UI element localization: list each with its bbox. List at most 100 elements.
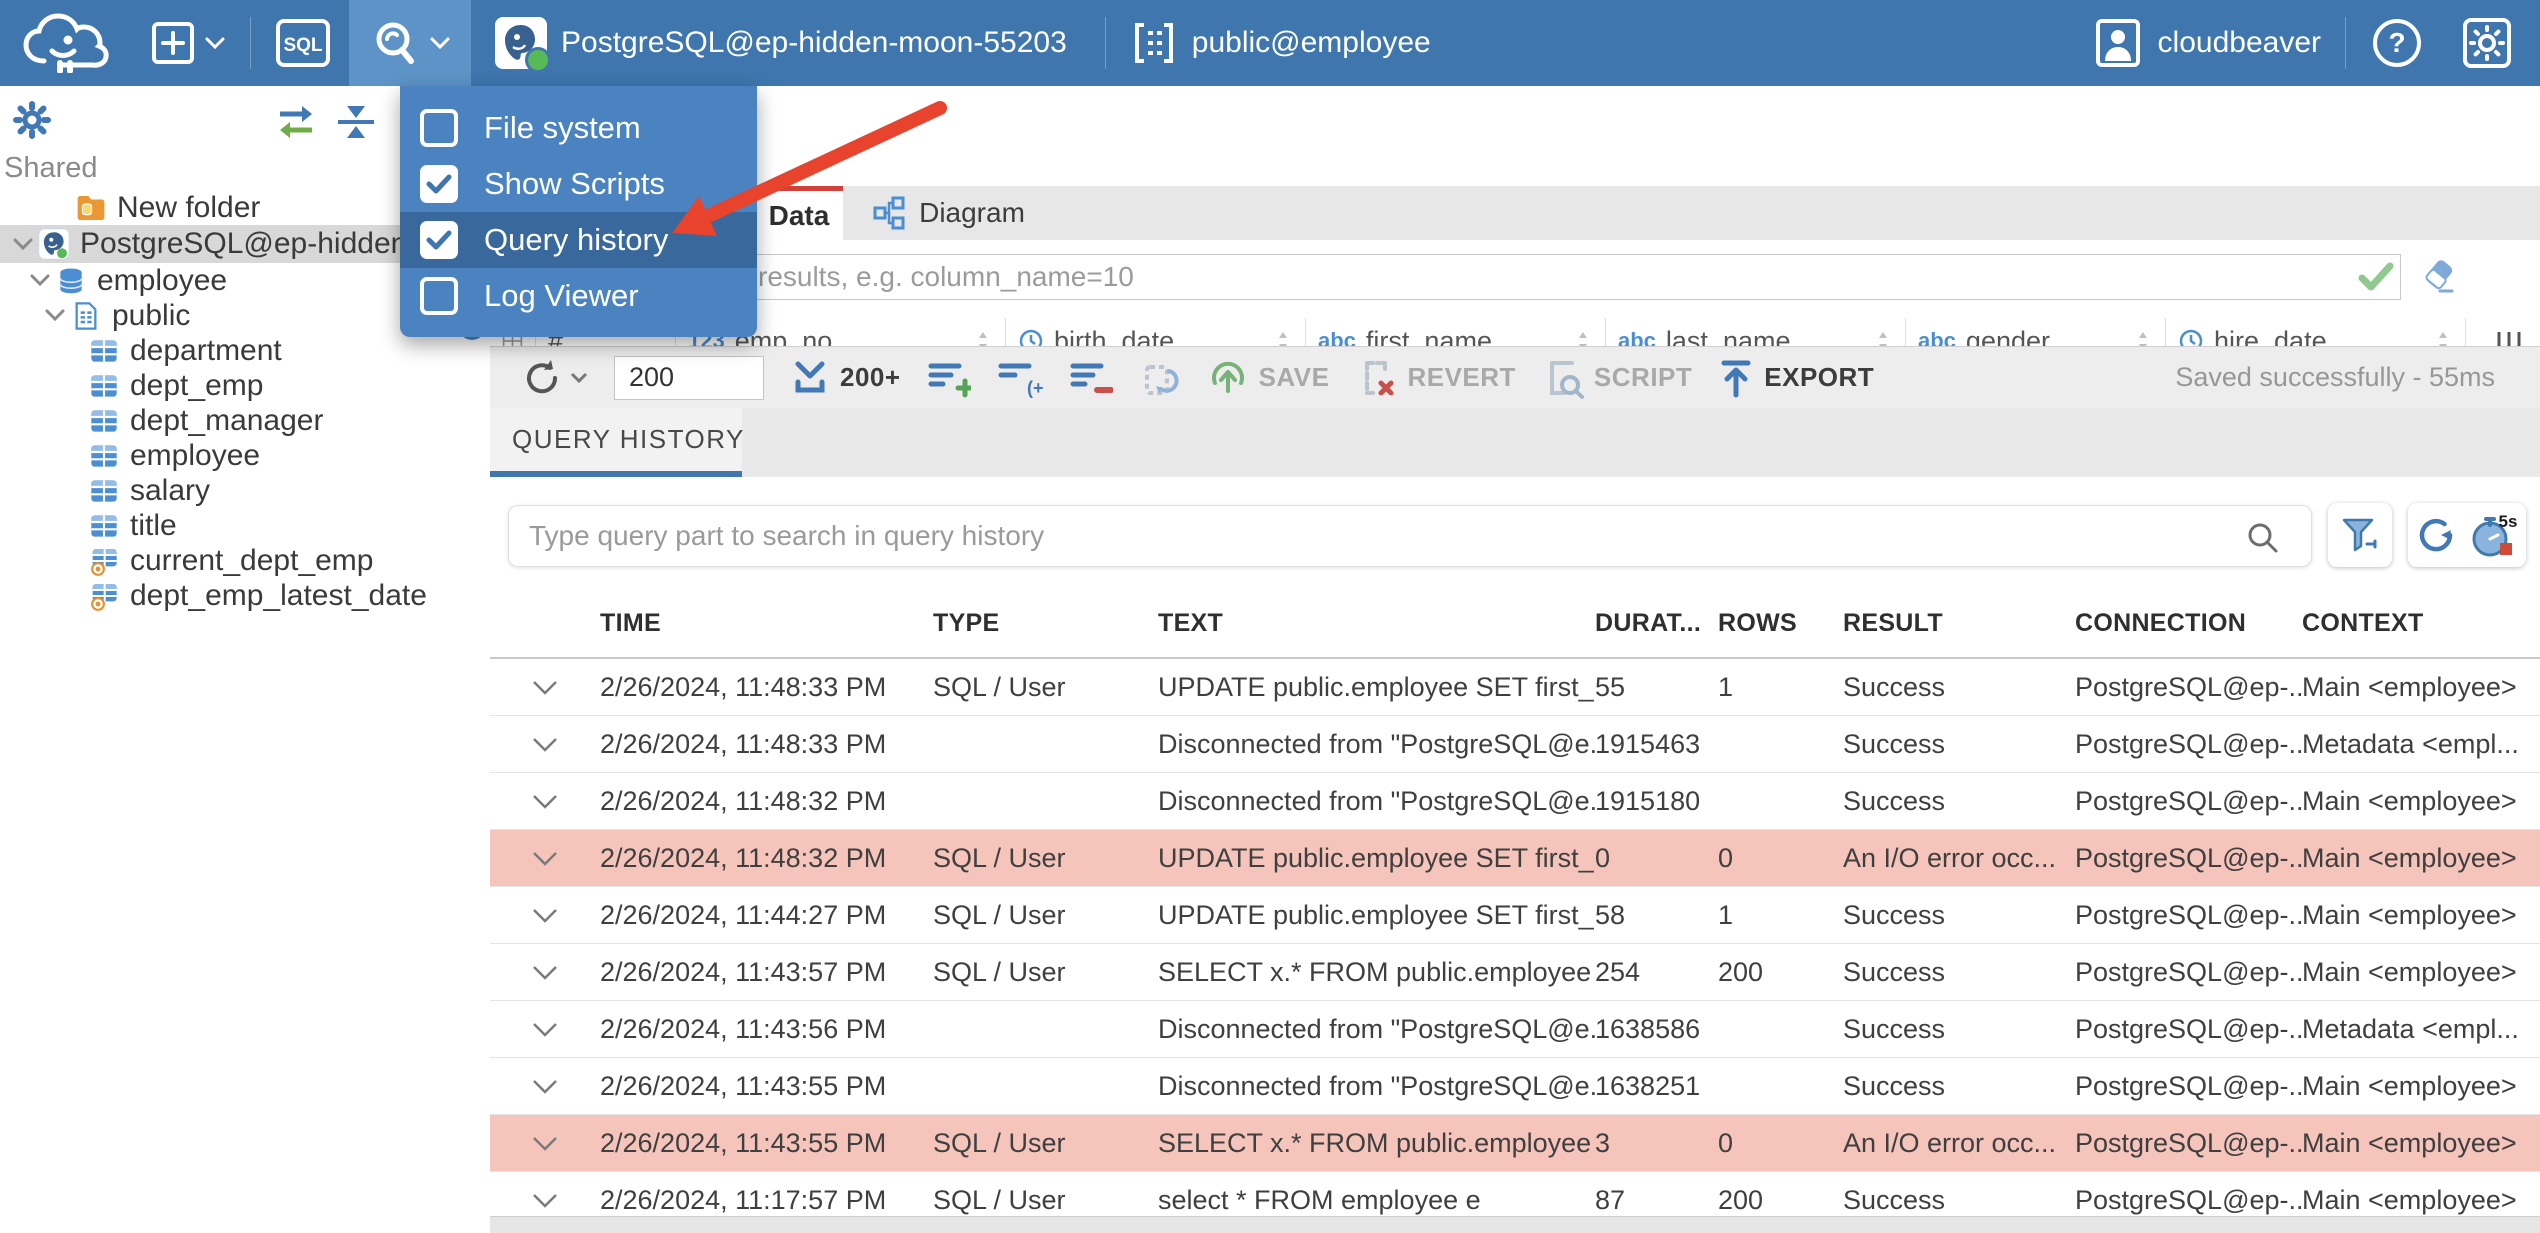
tree-expand-chevron-icon[interactable] (8, 238, 38, 251)
row-limit-input[interactable] (614, 355, 764, 400)
cell-time: 2/26/2024, 11:48:33 PM (600, 671, 887, 702)
col-header-connection[interactable]: CONNECTION (2075, 609, 2302, 638)
tree-item-title[interactable]: title (0, 508, 490, 543)
tree-item-employee[interactable]: employee (0, 438, 490, 473)
fetch-more-button[interactable]: 200+ (790, 358, 901, 398)
checkbox-unchecked-icon[interactable] (420, 277, 458, 315)
sort-icon[interactable] (1573, 328, 1593, 346)
menu-item-show-scripts[interactable]: Show Scripts (400, 156, 757, 212)
grid-col-header-first_name[interactable]: abc first_name (1306, 318, 1606, 346)
navigator-settings-gear-icon[interactable] (12, 100, 52, 140)
revert-button[interactable]: REVERT (1355, 357, 1515, 399)
add-row-button[interactable] (927, 358, 971, 398)
horizontal-scrollbar-track[interactable] (490, 1216, 2540, 1233)
query-history-row[interactable]: 2/26/2024, 11:43:56 PM Disconnected from … (490, 1001, 2540, 1058)
sort-icon[interactable] (1873, 328, 1893, 346)
tree-item-dept-emp[interactable]: dept_emp (0, 368, 490, 403)
user-menu[interactable]: cloudbeaver (2074, 0, 2339, 86)
cell-text: Disconnected from "PostgreSQL@e... (1158, 728, 1595, 759)
row-expand-chevron-icon[interactable] (490, 680, 600, 695)
query-history-search-input[interactable] (508, 505, 2312, 567)
col-header-rows[interactable]: ROWS (1718, 609, 1843, 638)
tools-menu-button[interactable] (349, 0, 471, 86)
connection-selector[interactable]: PostgreSQL@ep-hidden-moon-55203 (471, 0, 1085, 86)
filter-apply-button[interactable] (2351, 254, 2401, 300)
row-expand-chevron-icon[interactable] (490, 965, 600, 980)
save-button[interactable]: SAVE (1207, 357, 1330, 399)
menu-item-label: Show Scripts (484, 166, 665, 201)
sort-icon[interactable] (2433, 328, 2453, 346)
text-type-icon: abc (1318, 328, 1356, 346)
sort-icon[interactable] (2133, 328, 2153, 346)
row-expand-chevron-icon[interactable] (490, 1136, 600, 1151)
query-history-row[interactable]: 2/26/2024, 11:43:57 PM SQL / User SELECT x… (490, 944, 2540, 1001)
schema-selector[interactable]: public@employee (1112, 0, 1449, 86)
checkbox-checked-icon[interactable] (420, 165, 458, 203)
col-header-duration[interactable]: DURAT... (1595, 609, 1718, 638)
query-history-row[interactable]: 2/26/2024, 11:48:33 PM SQL / User UPDATE p… (490, 659, 2540, 716)
query-history-row[interactable]: 2/26/2024, 11:48:32 PM SQL / User UPDATE p… (490, 830, 2540, 887)
refresh-button[interactable] (520, 356, 588, 400)
tree-item-dept-emp-latest-date[interactable]: dept_emp_latest_date (0, 578, 490, 613)
col-header-text[interactable]: TEXT (1158, 609, 1595, 638)
tree-item-salary[interactable]: salary (0, 473, 490, 508)
row-expand-chevron-icon[interactable] (490, 1079, 600, 1094)
collapse-all-icon[interactable] (334, 102, 378, 142)
chevron-down-icon (430, 37, 450, 50)
row-expand-chevron-icon[interactable] (490, 908, 600, 923)
script-button[interactable]: SCRIPT (1542, 357, 1692, 399)
sort-icon[interactable] (1273, 328, 1293, 346)
tree-item-current-dept-emp[interactable]: current_dept_emp (0, 543, 490, 578)
row-expand-chevron-icon[interactable] (490, 1022, 600, 1037)
tree-expand-chevron-icon[interactable] (25, 274, 55, 287)
svg-text:SQL: SQL (283, 35, 322, 56)
new-connection-button[interactable] (132, 0, 244, 86)
tab-data[interactable]: Data (755, 186, 843, 240)
col-header-context[interactable]: CONTEXT (2302, 609, 2540, 638)
tree-item-label: dept_emp_latest_date (130, 578, 427, 612)
query-history-refresh-group[interactable]: 5s (2408, 503, 2526, 567)
delete-row-button[interactable] (1069, 358, 1113, 398)
query-history-row[interactable]: 2/26/2024, 11:48:33 PM Disconnected from … (490, 716, 2540, 773)
checkbox-unchecked-icon[interactable] (420, 109, 458, 147)
copy-results-button[interactable] (1139, 357, 1181, 399)
checkbox-checked-icon[interactable] (420, 221, 458, 259)
sync-connection-icon[interactable] (274, 102, 318, 142)
tree-item-label: PostgreSQL@ep-hidden- (80, 227, 418, 260)
grid-col-header-hire_date[interactable]: hire_date (2166, 318, 2466, 346)
menu-item-log-viewer[interactable]: Log Viewer (400, 268, 757, 324)
tab-diagram[interactable]: Diagram (843, 186, 1055, 240)
row-expand-chevron-icon[interactable] (490, 794, 600, 809)
sql-editor-button[interactable]: SQL (257, 0, 349, 86)
query-history-row[interactable]: 2/26/2024, 11:43:55 PM SQL / User SELECT x… (490, 1115, 2540, 1172)
grid-col-header-last_name[interactable]: abc last_name (1606, 318, 1906, 346)
help-icon: ? (2373, 19, 2421, 67)
grid-col-header-gender[interactable]: abc gender (1906, 318, 2166, 346)
filter-expression-input[interactable] (508, 254, 2352, 300)
grid-col-header-birth_date[interactable]: birth_date (1006, 318, 1306, 346)
filter-clear-button[interactable] (2418, 257, 2458, 297)
query-history-filter-button[interactable] (2328, 503, 2392, 567)
query-history-row[interactable]: 2/26/2024, 11:43:55 PM Disconnected from … (490, 1058, 2540, 1115)
row-expand-chevron-icon[interactable] (490, 1193, 600, 1208)
settings-button[interactable] (2442, 0, 2540, 86)
col-header-type[interactable]: TYPE (933, 609, 1158, 638)
help-button[interactable]: ? (2352, 0, 2442, 86)
col-header-time[interactable]: TIME (600, 609, 933, 638)
col-header-result[interactable]: RESULT (1843, 609, 2075, 638)
query-history-row[interactable]: 2/26/2024, 11:44:27 PM SQL / User UPDATE p… (490, 887, 2540, 944)
duplicate-row-button[interactable]: (+) (997, 358, 1043, 398)
row-expand-chevron-icon[interactable] (490, 851, 600, 866)
query-history-row[interactable]: 2/26/2024, 11:48:32 PM Disconnected from … (490, 773, 2540, 830)
cell-duration: 55 (1595, 671, 1626, 702)
tree-expand-chevron-icon[interactable] (40, 309, 70, 322)
menu-item-file-system[interactable]: File system (400, 100, 757, 156)
grid-layout-icon[interactable] (2496, 330, 2522, 346)
export-button[interactable]: EXPORT (1718, 357, 1874, 399)
sort-icon[interactable] (973, 328, 993, 346)
tab-query-history[interactable]: QUERY HISTORY (490, 408, 743, 477)
menu-item-query-history[interactable]: Query history (400, 212, 757, 268)
tree-item-dept-manager[interactable]: dept_manager (0, 403, 490, 438)
tree-item-department[interactable]: department (0, 333, 490, 368)
row-expand-chevron-icon[interactable] (490, 737, 600, 752)
